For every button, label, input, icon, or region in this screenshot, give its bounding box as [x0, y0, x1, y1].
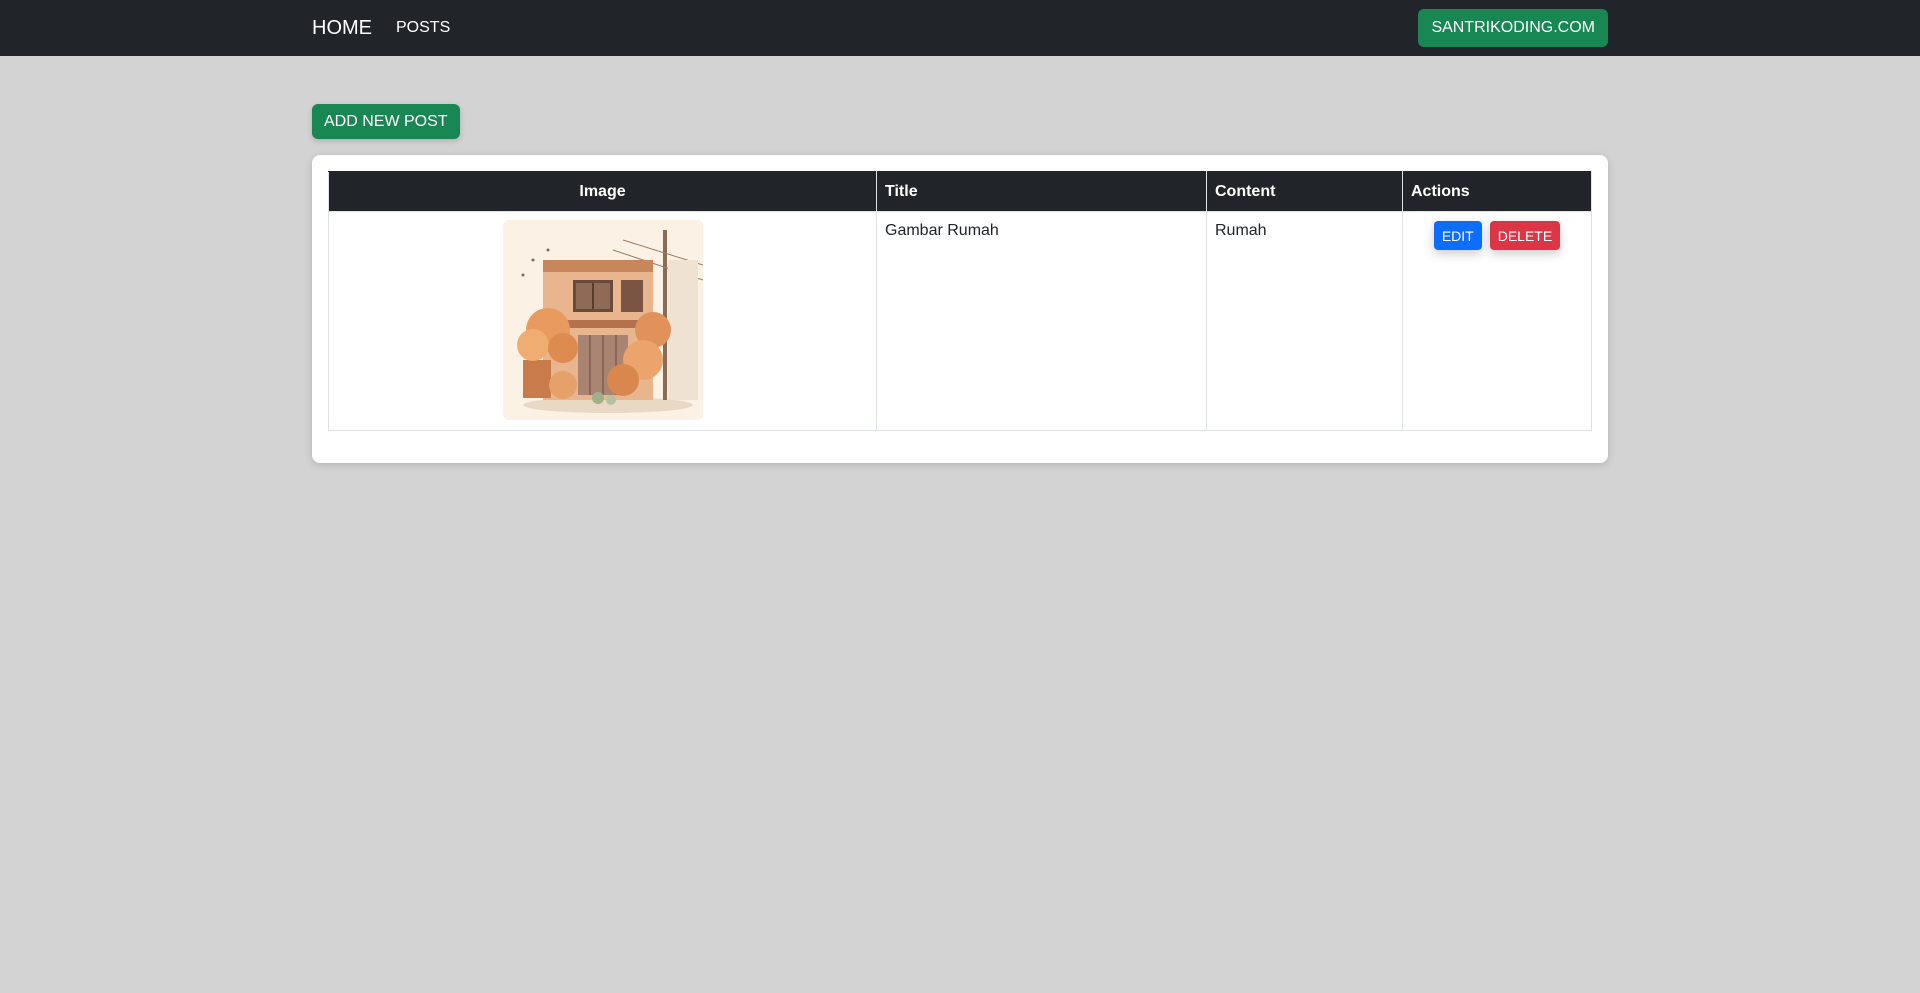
row-actions: EDIT DELETE	[1411, 221, 1583, 250]
delete-button[interactable]: DELETE	[1489, 221, 1561, 250]
cell-image	[328, 211, 877, 431]
nav-link-posts[interactable]: POSTS	[396, 19, 450, 37]
table-header-row: Image Title Content Actions	[328, 171, 1592, 212]
santrikoding-button[interactable]: SANTRIKODING.COM	[1418, 9, 1608, 47]
main-container: ADD NEW POST Image Title Content Actions	[312, 104, 1608, 463]
cell-actions: EDIT DELETE	[1402, 211, 1592, 431]
posts-table: Image Title Content Actions Gambar Rumah…	[328, 171, 1592, 431]
header-title: Title	[876, 171, 1207, 212]
home-link[interactable]: HOME	[312, 17, 372, 40]
header-image: Image	[328, 171, 877, 212]
edit-button[interactable]: EDIT	[1433, 221, 1482, 250]
navbar-container: HOME POSTS SANTRIKODING.COM	[312, 0, 1608, 56]
table-row: Gambar Rumah Rumah EDIT DELETE	[328, 211, 1592, 431]
add-new-post-button[interactable]: ADD NEW POST	[312, 104, 460, 139]
header-content: Content	[1206, 171, 1403, 212]
top-navbar: HOME POSTS SANTRIKODING.COM	[0, 0, 1920, 56]
header-actions: Actions	[1402, 171, 1592, 212]
posts-card: Image Title Content Actions Gambar Rumah…	[312, 155, 1608, 463]
house-illustration-icon	[502, 220, 703, 420]
cell-title: Gambar Rumah	[876, 211, 1207, 431]
cell-content: Rumah	[1206, 211, 1403, 431]
